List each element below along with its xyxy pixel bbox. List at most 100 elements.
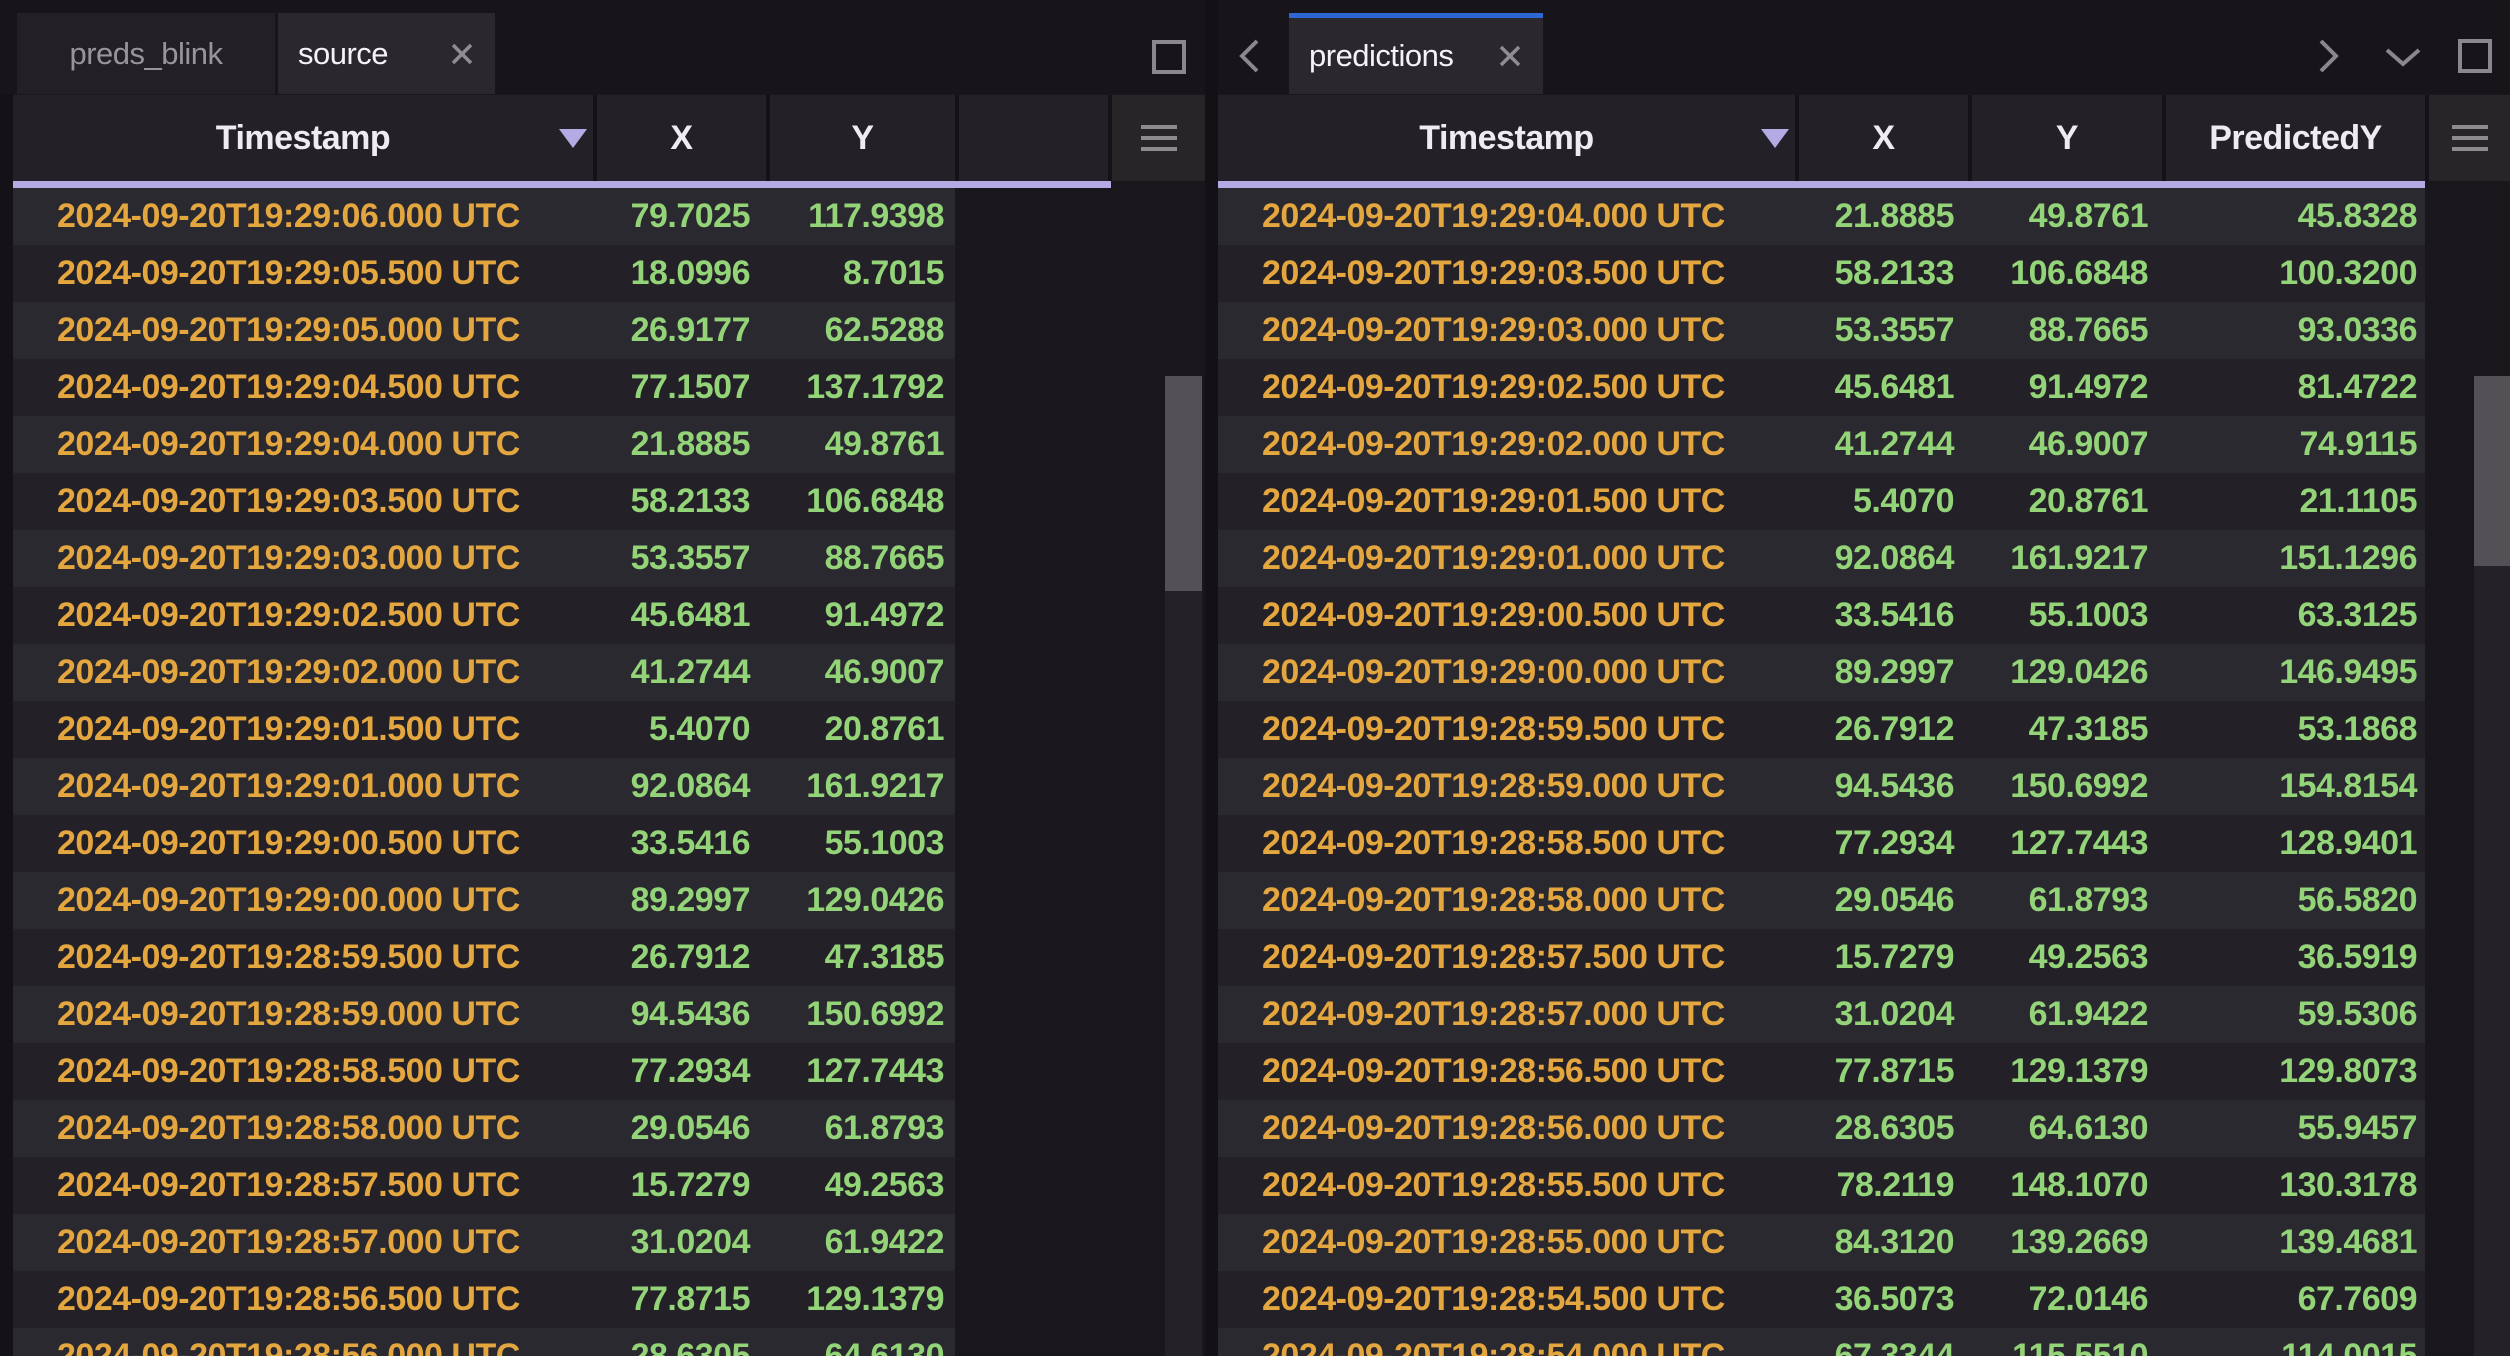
timestamp-cell: 2024-09-20T19:29:01.500 UTC <box>1218 482 1799 521</box>
x-cell: 18.0996 <box>597 254 766 293</box>
table-row[interactable]: 2024-09-20T19:28:55.000 UTC84.3120139.26… <box>1218 1214 2425 1271</box>
header-cell-predictedy[interactable]: PredictedY <box>2166 95 2425 181</box>
predictedy-cell: 100.3200 <box>2162 254 2425 293</box>
timestamp-cell: 2024-09-20T19:28:56.500 UTC <box>1218 1052 1799 1091</box>
header-cell-timestamp[interactable]: Timestamp <box>1218 95 1795 181</box>
x-cell: 78.2119 <box>1799 1166 1968 1205</box>
y-cell: 20.8761 <box>1968 482 2162 521</box>
header-cell-timestamp[interactable]: Timestamp <box>13 95 593 181</box>
table-row[interactable]: 2024-09-20T19:29:02.000 UTC41.274446.900… <box>1218 416 2425 473</box>
table-row[interactable]: 2024-09-20T19:28:59.500 UTC26.791247.318… <box>1218 701 2425 758</box>
table-row[interactable]: 2024-09-20T19:29:03.000 UTC53.355788.766… <box>1218 302 2425 359</box>
maximize-pane-button[interactable] <box>2458 39 2492 73</box>
right-pane: predictions Timestamp X Y PredictedY <box>1218 0 2510 1356</box>
column-title: Timestamp <box>1419 119 1593 158</box>
table-row[interactable]: 2024-09-20T19:28:59.000 UTC94.5436150.69… <box>1218 758 2425 815</box>
close-icon[interactable] <box>449 41 475 67</box>
nav-forward-button[interactable] <box>2318 38 2340 74</box>
sort-desc-icon <box>1761 129 1789 148</box>
left-scrollbar-handle[interactable] <box>1165 376 1202 591</box>
table-row[interactable]: 2024-09-20T19:29:01.000 UTC92.0864161.92… <box>1218 530 2425 587</box>
y-cell: 150.6992 <box>766 995 955 1034</box>
tab-label: preds_blink <box>69 36 222 72</box>
right-scrollbar-track[interactable] <box>2474 376 2510 1356</box>
table-row[interactable]: 2024-09-20T19:29:00.000 UTC89.2997129.04… <box>13 872 955 929</box>
predictedy-cell: 63.3125 <box>2162 596 2425 635</box>
predictedy-cell: 93.0336 <box>2162 311 2425 350</box>
x-cell: 5.4070 <box>1799 482 1968 521</box>
y-cell: 161.9217 <box>1968 539 2162 578</box>
column-title: X <box>1872 119 1894 158</box>
table-row[interactable]: 2024-09-20T19:28:56.500 UTC77.8715129.13… <box>1218 1043 2425 1100</box>
y-cell: 150.6992 <box>1968 767 2162 806</box>
table-row[interactable]: 2024-09-20T19:28:57.500 UTC15.727949.256… <box>13 1157 955 1214</box>
table-row[interactable]: 2024-09-20T19:28:57.000 UTC31.020461.942… <box>13 1214 955 1271</box>
table-row[interactable]: 2024-09-20T19:29:03.000 UTC53.355788.766… <box>13 530 955 587</box>
predictedy-cell: 55.9457 <box>2162 1109 2425 1148</box>
x-cell: 45.6481 <box>597 596 766 635</box>
x-cell: 15.7279 <box>1799 938 1968 977</box>
x-cell: 21.8885 <box>1799 197 1968 236</box>
table-row[interactable]: 2024-09-20T19:29:06.000 UTC79.7025117.93… <box>13 188 955 245</box>
maximize-icon <box>2458 39 2492 73</box>
table-row[interactable]: 2024-09-20T19:29:00.500 UTC33.541655.100… <box>13 815 955 872</box>
table-row[interactable]: 2024-09-20T19:28:58.000 UTC29.054661.879… <box>1218 872 2425 929</box>
table-row[interactable]: 2024-09-20T19:29:05.500 UTC18.09968.7015 <box>13 245 955 302</box>
table-row[interactable]: 2024-09-20T19:28:57.500 UTC15.727949.256… <box>1218 929 2425 986</box>
table-row[interactable]: 2024-09-20T19:28:58.500 UTC77.2934127.74… <box>1218 815 2425 872</box>
table-row[interactable]: 2024-09-20T19:29:02.000 UTC41.274446.900… <box>13 644 955 701</box>
x-cell: 26.7912 <box>1799 710 1968 749</box>
y-cell: 61.8793 <box>1968 881 2162 920</box>
header-cell-y[interactable]: Y <box>770 95 955 181</box>
table-row[interactable]: 2024-09-20T19:29:00.000 UTC89.2997129.04… <box>1218 644 2425 701</box>
table-row[interactable]: 2024-09-20T19:29:03.500 UTC58.2133106.68… <box>1218 245 2425 302</box>
table-row[interactable]: 2024-09-20T19:28:58.500 UTC77.2934127.74… <box>13 1043 955 1100</box>
left-scrollbar-track[interactable] <box>1165 376 1202 1356</box>
y-cell: 47.3185 <box>766 938 955 977</box>
timestamp-cell: 2024-09-20T19:29:04.000 UTC <box>1218 197 1799 236</box>
timestamp-cell: 2024-09-20T19:29:03.500 UTC <box>1218 254 1799 293</box>
timestamp-cell: 2024-09-20T19:29:05.000 UTC <box>13 311 597 350</box>
tab-predictions[interactable]: predictions <box>1289 13 1543 94</box>
table-row[interactable]: 2024-09-20T19:28:56.000 UTC28.630564.613… <box>1218 1100 2425 1157</box>
right-scrollbar-handle[interactable] <box>2474 376 2510 566</box>
column-menu-button[interactable] <box>2429 95 2510 181</box>
header-cell-y[interactable]: Y <box>1972 95 2162 181</box>
table-row[interactable]: 2024-09-20T19:29:03.500 UTC58.2133106.68… <box>13 473 955 530</box>
table-row[interactable]: 2024-09-20T19:29:05.000 UTC26.917762.528… <box>13 302 955 359</box>
y-cell: 64.6130 <box>766 1337 955 1356</box>
table-row[interactable]: 2024-09-20T19:29:04.000 UTC21.888549.876… <box>13 416 955 473</box>
tab-preds-blink[interactable]: preds_blink <box>17 13 275 94</box>
table-row[interactable]: 2024-09-20T19:29:00.500 UTC33.541655.100… <box>1218 587 2425 644</box>
table-row[interactable]: 2024-09-20T19:29:01.000 UTC92.0864161.92… <box>13 758 955 815</box>
y-cell: 117.9398 <box>766 197 955 236</box>
close-icon[interactable] <box>1497 43 1523 69</box>
column-title: Y <box>2056 119 2078 158</box>
dropdown-button[interactable] <box>2384 46 2422 68</box>
table-row[interactable]: 2024-09-20T19:28:56.000 UTC28.630564.613… <box>13 1328 955 1356</box>
header-cell-x[interactable]: X <box>597 95 766 181</box>
table-row[interactable]: 2024-09-20T19:29:04.000 UTC21.888549.876… <box>1218 188 2425 245</box>
table-row[interactable]: 2024-09-20T19:29:01.500 UTC5.407020.8761 <box>13 701 955 758</box>
table-row[interactable]: 2024-09-20T19:28:54.500 UTC36.507372.014… <box>1218 1271 2425 1328</box>
predictedy-cell: 21.1105 <box>2162 482 2425 521</box>
table-row[interactable]: 2024-09-20T19:28:55.500 UTC78.2119148.10… <box>1218 1157 2425 1214</box>
table-row[interactable]: 2024-09-20T19:28:59.500 UTC26.791247.318… <box>13 929 955 986</box>
x-cell: 79.7025 <box>597 197 766 236</box>
chevron-left-icon <box>1238 38 1260 74</box>
table-row[interactable]: 2024-09-20T19:28:56.500 UTC77.8715129.13… <box>13 1271 955 1328</box>
header-cell-x[interactable]: X <box>1799 95 1968 181</box>
table-row[interactable]: 2024-09-20T19:29:02.500 UTC45.648191.497… <box>1218 359 2425 416</box>
maximize-pane-button[interactable] <box>1152 40 1186 74</box>
x-cell: 77.2934 <box>1799 824 1968 863</box>
table-row[interactable]: 2024-09-20T19:29:01.500 UTC5.407020.8761… <box>1218 473 2425 530</box>
nav-back-button[interactable] <box>1238 38 1260 74</box>
table-row[interactable]: 2024-09-20T19:29:04.500 UTC77.1507137.17… <box>13 359 955 416</box>
table-row[interactable]: 2024-09-20T19:28:54.000 UTC67.3344115.55… <box>1218 1328 2425 1356</box>
column-menu-button[interactable] <box>1112 95 1205 181</box>
table-row[interactable]: 2024-09-20T19:29:02.500 UTC45.648191.497… <box>13 587 955 644</box>
table-row[interactable]: 2024-09-20T19:28:58.000 UTC29.054661.879… <box>13 1100 955 1157</box>
table-row[interactable]: 2024-09-20T19:28:59.000 UTC94.5436150.69… <box>13 986 955 1043</box>
tab-source[interactable]: source <box>278 13 495 94</box>
table-row[interactable]: 2024-09-20T19:28:57.000 UTC31.020461.942… <box>1218 986 2425 1043</box>
